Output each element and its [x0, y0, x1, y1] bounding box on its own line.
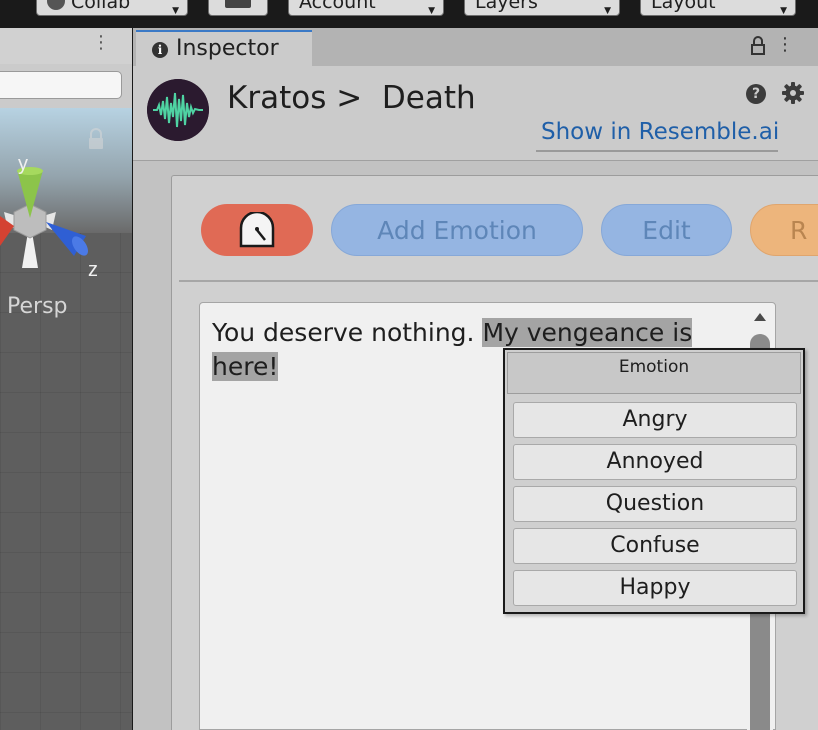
kebab-menu-icon[interactable]: ⋮: [776, 36, 794, 54]
projection-label[interactable]: Persp: [7, 294, 68, 319]
chevron-down-icon: ▼: [604, 6, 611, 16]
kebab-menu-icon[interactable]: ⋮: [92, 34, 110, 52]
cloud-icon: [225, 0, 251, 8]
axis-y-label: y: [18, 153, 28, 175]
axis-z-label: z: [88, 259, 98, 281]
scene-orientation-gizmo[interactable]: y z: [0, 108, 132, 298]
layout-dropdown[interactable]: Layout ▼: [640, 0, 796, 16]
header-divider: [536, 150, 778, 152]
menu-item-happy[interactable]: Happy: [513, 570, 797, 606]
layers-dropdown[interactable]: Layers ▼: [464, 0, 620, 16]
inspector-header: Kratos > Death ?: [133, 66, 818, 161]
emotion-menu: Emotion Angry Annoyed Question Confuse H…: [503, 348, 805, 614]
timer-button[interactable]: [201, 204, 313, 256]
collab-dropdown[interactable]: Collab ▼: [36, 0, 188, 16]
add-emotion-button[interactable]: Add Emotion: [331, 204, 583, 256]
scene-toolbar: [0, 64, 132, 108]
chevron-down-icon: ▼: [428, 6, 435, 16]
stopwatch-icon: [239, 212, 275, 248]
lock-icon[interactable]: [89, 128, 103, 149]
tab-inspector-label: Inspector: [176, 36, 279, 61]
section-divider: [179, 280, 818, 282]
menu-item-annoyed[interactable]: Annoyed: [513, 444, 797, 480]
edit-button[interactable]: Edit: [601, 204, 732, 256]
lock-icon[interactable]: [750, 36, 766, 56]
emotion-menu-header: Emotion: [507, 352, 801, 394]
scene-tab-bar: ⋮: [0, 28, 132, 64]
waveform-avatar: [147, 79, 209, 141]
account-dropdown[interactable]: Account ▼: [288, 0, 444, 16]
layers-label: Layers: [475, 0, 538, 13]
chevron-down-icon: ▼: [172, 6, 179, 16]
scroll-up-arrow-icon[interactable]: [753, 312, 767, 322]
menu-item-question[interactable]: Question: [513, 486, 797, 522]
chevron-down-icon: ▼: [780, 6, 787, 16]
collab-icon: [47, 0, 65, 10]
account-label: Account: [299, 0, 376, 13]
gear-icon[interactable]: [781, 81, 805, 105]
inspector-panel: i Inspector ⋮ Kratos > Death ? Show in Re…: [133, 28, 818, 730]
clip-text-plain: You deserve nothing.: [212, 318, 483, 347]
menu-item-confuse[interactable]: Confuse: [513, 528, 797, 564]
show-in-resemble-link[interactable]: Show in Resemble.ai: [541, 118, 779, 146]
layout-label: Layout: [651, 0, 716, 13]
scene-search-input[interactable]: [0, 71, 122, 99]
cloud-button[interactable]: [208, 0, 268, 16]
main-toolbar: Collab ▼ Account ▼ Layers ▼ Layout ▼: [0, 0, 818, 28]
partial-orange-button[interactable]: R: [750, 204, 818, 256]
page-title: Kratos > Death: [227, 80, 476, 116]
menu-item-angry[interactable]: Angry: [513, 402, 797, 438]
collab-label: Collab: [71, 0, 131, 13]
tab-inspector[interactable]: i Inspector: [136, 30, 312, 68]
info-icon: i: [152, 42, 168, 58]
inspector-tab-bar: i Inspector ⋮: [133, 28, 818, 68]
scene-view[interactable]: ⋮ y z Persp: [0, 28, 133, 730]
help-icon[interactable]: ?: [746, 84, 766, 104]
